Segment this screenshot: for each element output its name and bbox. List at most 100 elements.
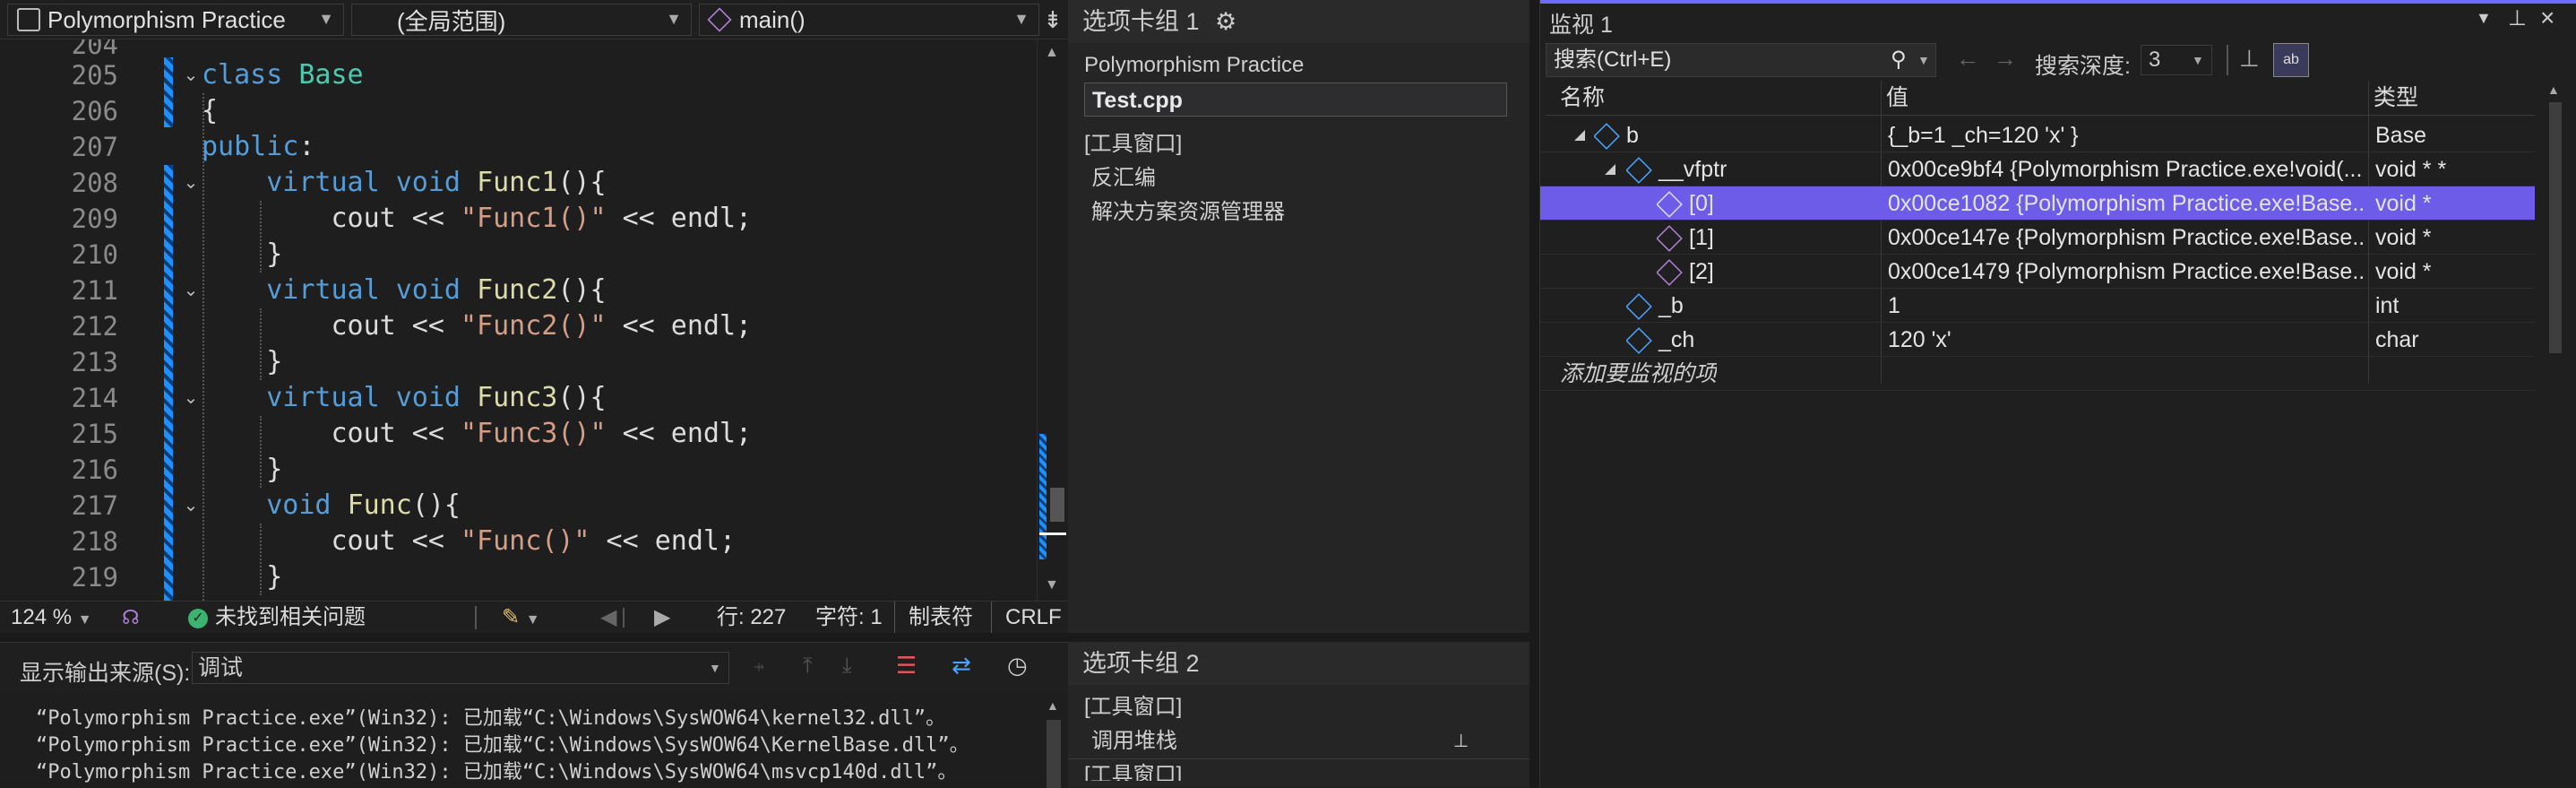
watch-value: 120 'x' [1888, 327, 1951, 352]
pane-splitter[interactable] [1529, 0, 1539, 787]
watch-row[interactable]: ◢ __vfptr 0x00ce9bf4 {Polymorphism Pract… [1540, 152, 2535, 186]
watch-toolbar: 搜索(Ctrl+E) ⚲ ▼ ← → 搜索深度: 3 ▼ ⊥ ab [1546, 43, 2574, 79]
eol-indicator[interactable]: CRLF [1005, 602, 1062, 634]
prev-message-icon[interactable]: ⤒ [803, 654, 813, 679]
object-cube-icon [1594, 123, 1620, 151]
scroll-thumb[interactable] [2549, 102, 2562, 353]
output-source-select[interactable]: 调试 ▼ [192, 652, 729, 684]
nav-left-icon[interactable]: ◀ [600, 602, 616, 634]
watch-name-cell: _b [1626, 289, 1684, 323]
issues-indicator[interactable]: ✓ 未找到相关问题 [188, 602, 366, 634]
line-indicator[interactable]: 行: 227 [717, 602, 786, 634]
column-header-value[interactable]: 值 [1886, 81, 1908, 115]
scroll-thumb[interactable] [1050, 488, 1064, 522]
search-icon[interactable]: ⚲ [1891, 44, 1907, 76]
fold-chevron-icon[interactable]: ⌄ [177, 165, 204, 201]
code-line: cout << "Func1()" << endl; [202, 203, 753, 234]
watch-row[interactable]: [1] 0x00ce147e {Polymorphism Practice.ex… [1540, 221, 2535, 255]
chevron-down-icon: ▼ [666, 10, 682, 28]
issues-text: 未找到相关问题 [215, 605, 366, 629]
protected-field-icon [1626, 327, 1652, 355]
brush-icon[interactable]: ✎ ▼ [502, 602, 540, 634]
watch-row[interactable]: _ch 120 'x' char [1540, 323, 2535, 357]
project-combo[interactable]: Polymorphism Practice ▼ [7, 4, 344, 36]
tab-group-2-title: 选项卡组 2 [1068, 642, 1529, 685]
watch-name: _b [1658, 293, 1684, 318]
watch-row[interactable]: [2] 0x00ce1479 {Polymorphism Practice.ex… [1540, 255, 2535, 289]
fold-chevron-icon[interactable]: ⌄ [177, 273, 204, 308]
solution-explorer-item[interactable]: 解决方案资源管理器 [1068, 195, 1529, 229]
expander-icon[interactable]: ◢ [1574, 118, 1585, 152]
word-wrap-icon[interactable]: ⇄ [952, 652, 971, 680]
scope-combo[interactable]: (全局范围) ▼ [351, 4, 692, 36]
chevron-down-icon[interactable]: ▼ [709, 653, 721, 683]
pin-icon[interactable]: ⊥ [2508, 5, 2527, 31]
expander-icon[interactable]: ◢ [1605, 152, 1615, 186]
line-number: 210 [71, 239, 118, 270]
chevron-down-icon[interactable]: ▼ [1917, 44, 1930, 76]
editor-scrollbar[interactable]: ▲ ▼ [1037, 39, 1068, 601]
scroll-down-icon[interactable]: ▼ [1045, 577, 1059, 593]
fold-chevron-icon[interactable]: ⌄ [177, 57, 204, 93]
column-header-type[interactable]: 类型 [2374, 81, 2418, 115]
arrow-right-icon[interactable]: → [1994, 45, 2017, 73]
watch-row[interactable]: _b 1 int [1540, 289, 2535, 323]
pane-splitter[interactable] [0, 633, 1529, 642]
chevron-down-icon[interactable]: ▼ [2476, 9, 2492, 28]
code-line: } [202, 238, 283, 270]
line-number: 205 [71, 60, 118, 91]
separator [475, 606, 477, 629]
chevron-down-icon[interactable]: ▼ [2192, 46, 2204, 74]
next-message-icon[interactable]: ⤓ [842, 654, 852, 679]
arrow-left-icon[interactable]: ← [1956, 45, 1979, 73]
project-label: Polymorphism Practice [1084, 53, 1305, 77]
hex-display-toggle-icon[interactable]: ab [2273, 43, 2309, 77]
output-text[interactable]: “Polymorphism Practice.exe”(Win32): 已加载“… [0, 693, 1039, 788]
watch-row[interactable]: ◢ b {_b=1 _ch=120 'x' } Base [1540, 118, 2535, 152]
pin-icon[interactable]: ⊥ [1453, 724, 1469, 758]
code-area[interactable]: class Base { public: virtual void Func1(… [202, 39, 1035, 601]
watch-search-input[interactable]: 搜索(Ctrl+E) ⚲ ▼ [1546, 43, 1936, 77]
fold-chevron-icon[interactable]: ⌄ [177, 380, 204, 416]
watch-name-cell: [2] [1657, 255, 1714, 289]
add-watch-row[interactable]: 添加要监视的项 [1540, 357, 2535, 391]
fold-chevron-icon[interactable]: ⌄ [177, 488, 204, 524]
scroll-up-icon[interactable]: ▲ [2547, 82, 2560, 97]
watch-value: {_b=1 _ch=120 'x' } [1888, 123, 2079, 148]
watch-name-cell: __vfptr [1626, 152, 1727, 186]
watch-name: __vfptr [1658, 157, 1727, 182]
depth-select[interactable]: 3 ▼ [2141, 45, 2212, 75]
clock-icon[interactable]: ◷ [1007, 652, 1028, 680]
disassembly-item[interactable]: 反汇编 [1068, 161, 1529, 195]
tabs-indicator[interactable]: 制表符 [909, 602, 973, 634]
clear-all-icon[interactable]: ☰ [896, 652, 917, 680]
watch-name: [2] [1689, 259, 1714, 284]
depth-label: 搜索深度: [2035, 54, 2131, 79]
output-source-label: 显示输出来源(S): [20, 661, 191, 686]
watch-row-selected[interactable]: [0] 0x00ce1082 {Polymorphism Practice.ex… [1540, 186, 2535, 221]
watch-window: 监视 1 ▼ ⊥ × 搜索(Ctrl+E) ⚲ ▼ ← → 搜索深度: 3 ▼ … [1539, 0, 2576, 787]
close-icon[interactable]: × [2540, 4, 2554, 32]
split-editor-icon[interactable]: ⇟ [1041, 7, 1064, 32]
zoom-level[interactable]: 124 % ▼ [11, 602, 92, 634]
code-line: { [202, 95, 219, 126]
call-stack-item[interactable]: 调用堆栈 ⊥ [1068, 724, 1529, 758]
gear-icon[interactable]: ⚙ [1215, 8, 1236, 35]
zoom-value: 124 % [11, 605, 73, 629]
char-indicator[interactable]: 字符: 1 [815, 602, 883, 634]
member-combo[interactable]: main() ▼ [699, 4, 1039, 36]
file-tab[interactable]: Test.cpp [1084, 82, 1507, 117]
output-scrollbar[interactable]: ▲ [1039, 693, 1068, 788]
nav-right-icon[interactable]: ▶ [654, 602, 670, 634]
scroll-up-icon[interactable]: ▲ [1047, 698, 1059, 713]
intellicode-icon[interactable]: ☊ [122, 602, 140, 634]
separator [623, 608, 625, 628]
scroll-up-icon[interactable]: ▲ [1045, 45, 1059, 61]
pin-watch-icon[interactable]: ⊥ [2239, 45, 2260, 73]
separator [991, 602, 992, 634]
output-line: “Polymorphism Practice.exe”(Win32): 已加载“… [36, 707, 946, 730]
column-header-name[interactable]: 名称 [1560, 81, 1605, 115]
scroll-thumb[interactable] [1047, 720, 1061, 788]
watch-scrollbar[interactable]: ▲ [2542, 82, 2569, 387]
find-message-icon[interactable]: ⍆ [753, 654, 765, 679]
